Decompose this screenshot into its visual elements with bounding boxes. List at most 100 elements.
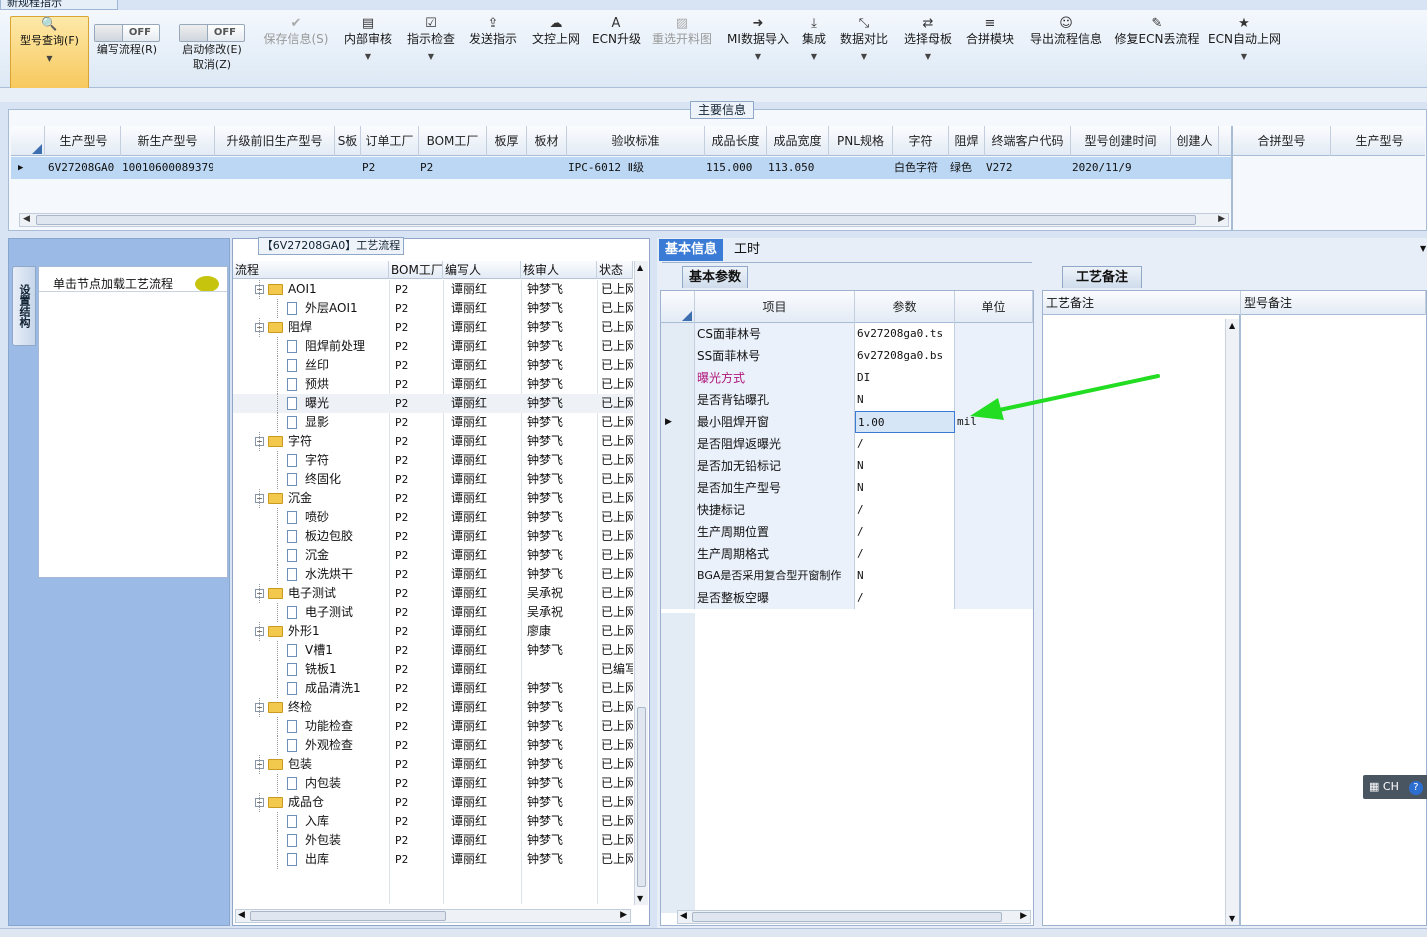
toolbar-button-1[interactable]: ▤ 内部审核 ▼ — [342, 16, 394, 64]
col-side-1[interactable]: 生产型号 — [1331, 126, 1427, 156]
cell-main-12[interactable]: 白色字符 — [891, 157, 947, 179]
col-side-0[interactable]: 合拼型号 — [1233, 126, 1331, 156]
tree-row[interactable]: − 终检 P2 谭丽红 钟梦飞 已上网 — [233, 698, 633, 717]
cell-main-9[interactable]: 115.000 — [703, 157, 765, 179]
arrow-down-icon[interactable]: ▼ — [637, 894, 643, 903]
arrow-left-icon[interactable]: ◀ — [238, 910, 245, 920]
scroll-thumb[interactable] — [692, 912, 1002, 922]
toolbar-button-10[interactable]: ⇄ 选择母板 ▼ — [902, 16, 954, 64]
cell-main-5[interactable]: P2 — [417, 157, 485, 179]
col-main-7[interactable]: 板材 — [527, 126, 567, 156]
write-flow-control[interactable]: OFF 编写流程(R) — [92, 24, 162, 57]
toolbar-button-12[interactable]: ☺ 导出流程信息 — [1028, 16, 1104, 46]
cancel-button[interactable]: 取消(Z) — [193, 58, 231, 71]
tree-row[interactable]: − AOI1 P2 谭丽红 钟梦飞 已上网 — [233, 280, 633, 299]
param-value[interactable]: N — [855, 389, 955, 411]
tree-row[interactable]: 阻焊前处理 P2 谭丽红 钟梦飞 已上网 — [233, 337, 633, 356]
col-main-13[interactable]: 阻焊 — [949, 126, 985, 156]
arrow-right-icon[interactable]: ▶ — [1020, 911, 1027, 921]
chevron-down-icon[interactable]: ▼ — [1420, 244, 1426, 253]
tab-process-notes[interactable]: 工艺备注 — [1062, 266, 1142, 288]
col-main-11[interactable]: PNL规格 — [829, 126, 893, 156]
param-row[interactable]: 是否加生产型号 N — [661, 477, 1033, 499]
col-main-6[interactable]: 板厚 — [487, 126, 527, 156]
tree-row[interactable]: − 阻焊 P2 谭丽红 钟梦飞 已上网 — [233, 318, 633, 337]
arrow-left-icon[interactable]: ◀ — [23, 214, 30, 224]
cell-main-3[interactable] — [333, 157, 359, 179]
col-main-15[interactable]: 型号创建时间 — [1071, 126, 1171, 156]
toolbar-button-8[interactable]: ⤓ 集成 ▼ — [800, 16, 828, 64]
param-value[interactable]: / — [855, 521, 955, 543]
param-value[interactable]: / — [855, 587, 955, 609]
cell-main-0[interactable]: 6V27208GA0 — [45, 157, 119, 179]
arrow-right-icon[interactable]: ▶ — [620, 910, 627, 920]
toolbar-button-14[interactable]: ★ ECN自动上网 ▼ — [1208, 16, 1281, 64]
param-value[interactable]: 6v27208ga0.ts — [855, 323, 955, 345]
arrow-up-icon[interactable]: ▲ — [1229, 321, 1235, 330]
cell-main-1[interactable]: 10010600089379 — [119, 157, 213, 179]
tree-row[interactable]: 外观检查 P2 谭丽红 钟梦飞 已上网 — [233, 736, 633, 755]
col-main-2[interactable]: 升级前旧生产型号 — [215, 126, 335, 156]
tab-work-hours[interactable]: 工时 — [728, 239, 766, 261]
col-main-9[interactable]: 成品长度 — [705, 126, 767, 156]
tree-col-0[interactable]: 流程 — [233, 261, 389, 279]
param-row[interactable]: 生产周期位置 / — [661, 521, 1033, 543]
col-main-4[interactable]: 订单工厂 — [361, 126, 419, 156]
tree-row[interactable]: 水洗烘干 P2 谭丽红 钟梦飞 已上网 — [233, 565, 633, 584]
toolbar-button-4[interactable]: ☁ 文控上网 — [530, 16, 582, 46]
param-row[interactable]: 是否整板空曝 / — [661, 587, 1033, 609]
cell-main-6[interactable] — [485, 157, 525, 179]
tree-row[interactable]: − 成品仓 P2 谭丽红 钟梦飞 已上网 — [233, 793, 633, 812]
tree-row[interactable]: 成品清洗1 P2 谭丽红 钟梦飞 已上网 — [233, 679, 633, 698]
tree-row[interactable]: − 字符 P2 谭丽红 钟梦飞 已上网 — [233, 432, 633, 451]
toolbar-button-0[interactable]: ✔ 保存信息(S) — [260, 16, 332, 46]
tree-row[interactable]: 喷砂 P2 谭丽红 钟梦飞 已上网 — [233, 508, 633, 527]
col-main-12[interactable]: 字符 — [893, 126, 949, 156]
param-value[interactable]: N — [855, 477, 955, 499]
param-value[interactable]: N — [855, 455, 955, 477]
tree-row[interactable]: 字符 P2 谭丽红 钟梦飞 已上网 — [233, 451, 633, 470]
main-horizontal-scrollbar[interactable]: ◀ ▶ — [19, 213, 1229, 227]
tree-row[interactable]: 预烘 P2 谭丽红 钟梦飞 已上网 — [233, 375, 633, 394]
scroll-thumb[interactable] — [250, 911, 446, 921]
cell-main-13[interactable]: 绿色 — [947, 157, 983, 179]
tab-basic-params[interactable]: 基本参数 — [682, 266, 749, 288]
tree-row[interactable]: 入库 P2 谭丽红 钟梦飞 已上网 — [233, 812, 633, 831]
tree-row[interactable]: 显影 P2 谭丽红 钟梦飞 已上网 — [233, 413, 633, 432]
cell-main-16[interactable] — [1169, 157, 1217, 179]
param-row[interactable]: 生产周期格式 / — [661, 543, 1033, 565]
tree-row[interactable]: 沉金 P2 谭丽红 钟梦飞 已上网 — [233, 546, 633, 565]
toolbar-button-6[interactable]: ▨ 重选开料图 — [650, 16, 714, 46]
cell-main-11[interactable] — [827, 157, 891, 179]
ime-indicator[interactable]: ▦ CH? — [1363, 775, 1427, 799]
settings-structure-tab[interactable]: 设置结构 — [12, 266, 36, 346]
tree-row[interactable]: − 外形1 P2 谭丽红 廖康 已上网 — [233, 622, 633, 641]
tree-row[interactable]: 外包装 P2 谭丽红 钟梦飞 已上网 — [233, 831, 633, 850]
tree-row[interactable]: 内包装 P2 谭丽红 钟梦飞 已上网 — [233, 774, 633, 793]
scroll-thumb[interactable] — [36, 215, 1196, 225]
param-value[interactable]: DI — [855, 367, 955, 389]
param-row[interactable]: 快捷标记 / — [661, 499, 1033, 521]
param-value[interactable]: / — [855, 543, 955, 565]
col-main-10[interactable]: 成品宽度 — [767, 126, 829, 156]
tree-row[interactable]: V槽1 P2 谭丽红 钟梦飞 已上网 — [233, 641, 633, 660]
param-row[interactable]: 是否加无铅标记 N — [661, 455, 1033, 477]
tree-row[interactable]: 铣板1 P2 谭丽红 已编写 — [233, 660, 633, 679]
tree-row[interactable]: 功能检查 P2 谭丽红 钟梦飞 已上网 — [233, 717, 633, 736]
param-row[interactable]: BGA是否采用复合型开窗制作 N — [661, 565, 1033, 587]
param-row[interactable]: CS面菲林号 6v27208ga0.ts — [661, 323, 1033, 345]
col-main-5[interactable]: BOM工厂 — [419, 126, 487, 156]
col-main-14[interactable]: 终端客户代码 — [985, 126, 1071, 156]
params-horizontal-scrollbar[interactable]: ◀ ▶ — [677, 910, 1031, 924]
toolbar-button-3[interactable]: ⇪ 发送指示 — [467, 16, 519, 46]
help-icon[interactable]: ? — [1408, 781, 1423, 795]
tree-row[interactable]: − 沉金 P2 谭丽红 钟梦飞 已上网 — [233, 489, 633, 508]
param-value[interactable]: / — [855, 433, 955, 455]
cell-main-4[interactable]: P2 — [359, 157, 417, 179]
toolbar-button-11[interactable]: ≡ 合拼模块 — [964, 16, 1016, 46]
tree-vertical-scrollbar[interactable]: ▲ ▼ — [634, 261, 648, 905]
toolbar-button-7[interactable]: ➜ MI数据导入 ▼ — [724, 16, 792, 64]
col-main-16[interactable]: 创建人 — [1171, 126, 1219, 156]
notes-scrollbar[interactable]: ▲ ▼ — [1225, 319, 1239, 925]
query-model-button[interactable]: 🔍 型号查询(F) ▼ — [10, 16, 89, 92]
